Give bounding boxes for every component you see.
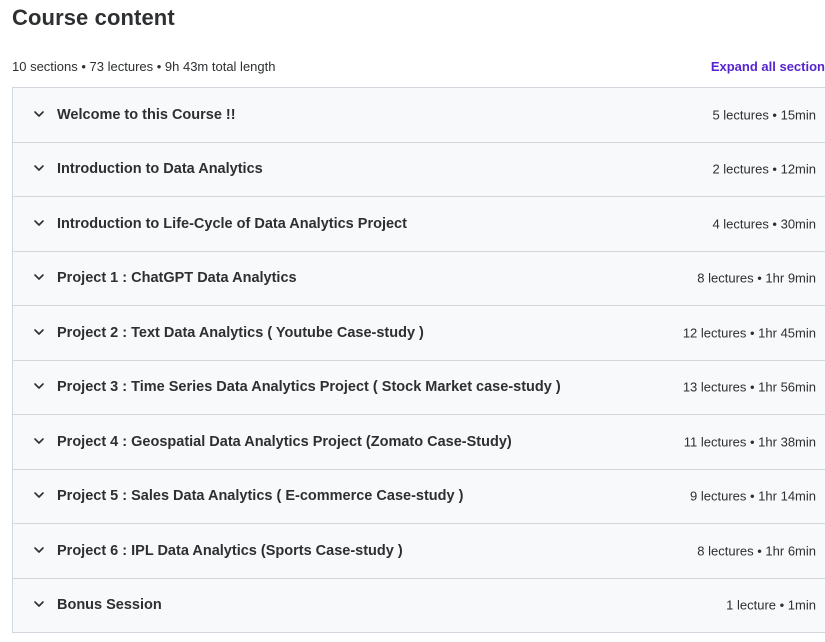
expand-all-sections-button[interactable]: Expand all section xyxy=(711,59,825,74)
section-title: Project 4 : Geospatial Data Analytics Pr… xyxy=(57,433,512,450)
section-lecture-info: 8 lectures • 1hr 9min xyxy=(697,270,816,286)
section-lecture-info: 8 lectures • 1hr 6min xyxy=(697,543,816,559)
chevron-down-icon xyxy=(33,380,45,392)
section-title: Introduction to Data Analytics xyxy=(57,161,263,178)
section-title: Welcome to this Course !! xyxy=(57,106,236,123)
section-title: Project 5 : Sales Data Analytics ( E-com… xyxy=(57,488,464,505)
section-header[interactable]: Project 2 : Text Data Analytics ( Youtub… xyxy=(13,306,825,361)
chevron-down-icon xyxy=(33,326,45,338)
chevron-down-icon xyxy=(33,217,45,229)
chevron-down-icon xyxy=(33,544,45,556)
sections-list: Welcome to this Course !! 5 lectures • 1… xyxy=(12,87,825,633)
section-header[interactable]: Introduction to Data Analytics 2 lecture… xyxy=(13,142,825,197)
section-header[interactable]: Project 1 : ChatGPT Data Analytics 8 lec… xyxy=(13,251,825,306)
section-lecture-info: 13 lectures • 1hr 56min xyxy=(682,379,816,395)
section-title: Project 6 : IPL Data Analytics (Sports C… xyxy=(57,542,403,559)
chevron-down-icon xyxy=(33,435,45,447)
section-header[interactable]: Welcome to this Course !! 5 lectures • 1… xyxy=(13,88,825,143)
chevron-down-icon xyxy=(33,108,45,120)
section-title: Project 3 : Time Series Data Analytics P… xyxy=(57,379,561,396)
section-header[interactable]: Project 5 : Sales Data Analytics ( E-com… xyxy=(13,469,825,524)
section-lecture-info: 11 lectures • 1hr 38min xyxy=(683,434,816,450)
section-title: Project 2 : Text Data Analytics ( Youtub… xyxy=(57,324,424,341)
section-lecture-info: 5 lectures • 15min xyxy=(712,107,816,123)
chevron-down-icon xyxy=(33,598,45,610)
section-header[interactable]: Project 3 : Time Series Data Analytics P… xyxy=(13,360,825,415)
chevron-down-icon xyxy=(33,162,45,174)
section-header[interactable]: Bonus Session 1 lecture • 1min xyxy=(13,578,825,633)
section-header[interactable]: Project 6 : IPL Data Analytics (Sports C… xyxy=(13,524,825,579)
section-lecture-info: 1 lecture • 1min xyxy=(726,597,816,613)
section-title: Project 1 : ChatGPT Data Analytics xyxy=(57,270,297,287)
course-content-panel: Course content 10 sections • 73 lectures… xyxy=(0,0,825,642)
chevron-down-icon xyxy=(33,489,45,501)
course-summary-row: 10 sections • 73 lectures • 9h 43m total… xyxy=(12,58,825,78)
section-lecture-info: 4 lectures • 30min xyxy=(712,216,816,232)
section-header[interactable]: Introduction to Life-Cycle of Data Analy… xyxy=(13,197,825,252)
course-summary: 10 sections • 73 lectures • 9h 43m total… xyxy=(12,59,276,74)
section-lecture-info: 12 lectures • 1hr 45min xyxy=(682,325,816,341)
section-lecture-info: 9 lectures • 1hr 14min xyxy=(690,488,816,504)
section-lecture-info: 2 lectures • 12min xyxy=(712,161,816,177)
section-header[interactable]: Project 4 : Geospatial Data Analytics Pr… xyxy=(13,415,825,470)
chevron-down-icon xyxy=(33,271,45,283)
section-title: Bonus Session xyxy=(57,597,162,614)
section-title: Introduction to Life-Cycle of Data Analy… xyxy=(57,215,407,232)
page-title: Course content xyxy=(12,5,175,30)
